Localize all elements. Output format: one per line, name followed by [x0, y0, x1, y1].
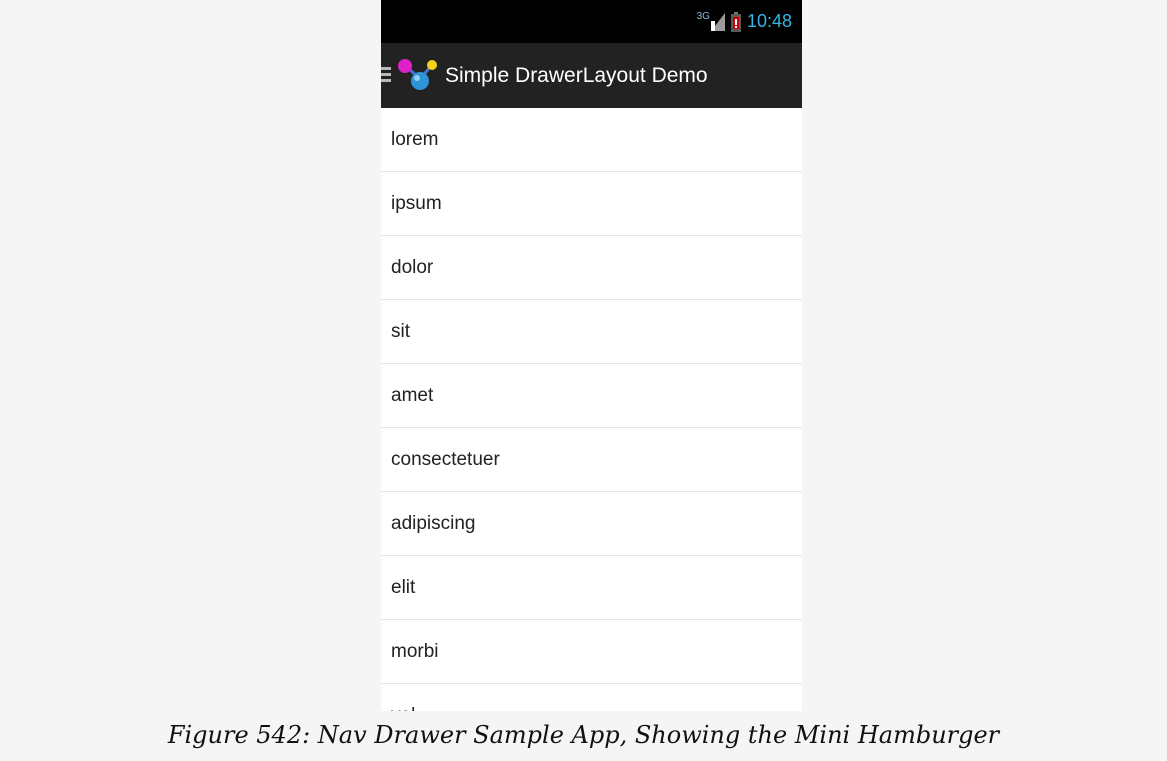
status-clock: 10:48: [746, 11, 792, 31]
list-item[interactable]: adipiscing: [381, 492, 802, 556]
list-item[interactable]: dolor: [381, 236, 802, 300]
hamburger-icon[interactable]: [381, 67, 391, 83]
status-bar: 3G 10:48: [381, 0, 802, 43]
list-item[interactable]: amet: [381, 364, 802, 428]
action-bar: Simple DrawerLayout Demo: [381, 43, 802, 108]
item-list: lorem ipsum dolor sit amet consectetuer …: [381, 108, 802, 711]
list-item[interactable]: vel: [381, 684, 802, 711]
app-icon[interactable]: [397, 57, 439, 95]
battery-icon: [730, 11, 741, 32]
list-item[interactable]: consectetuer: [381, 428, 802, 492]
list-item[interactable]: ipsum: [381, 172, 802, 236]
list-item[interactable]: sit: [381, 300, 802, 364]
phone-screen: 3G 10:48 Simple DrawerLayout Demo lorem …: [381, 0, 802, 711]
list-item[interactable]: elit: [381, 556, 802, 620]
list-item[interactable]: morbi: [381, 620, 802, 684]
signal-icon: [710, 12, 725, 31]
network-type-label: 3G: [696, 11, 710, 22]
status-indicators: 3G 10:48: [697, 0, 792, 43]
app-title: Simple DrawerLayout Demo: [445, 64, 708, 87]
figure-caption: Figure 542: Nav Drawer Sample App, Showi…: [167, 721, 1000, 749]
list-item[interactable]: lorem: [381, 108, 802, 172]
